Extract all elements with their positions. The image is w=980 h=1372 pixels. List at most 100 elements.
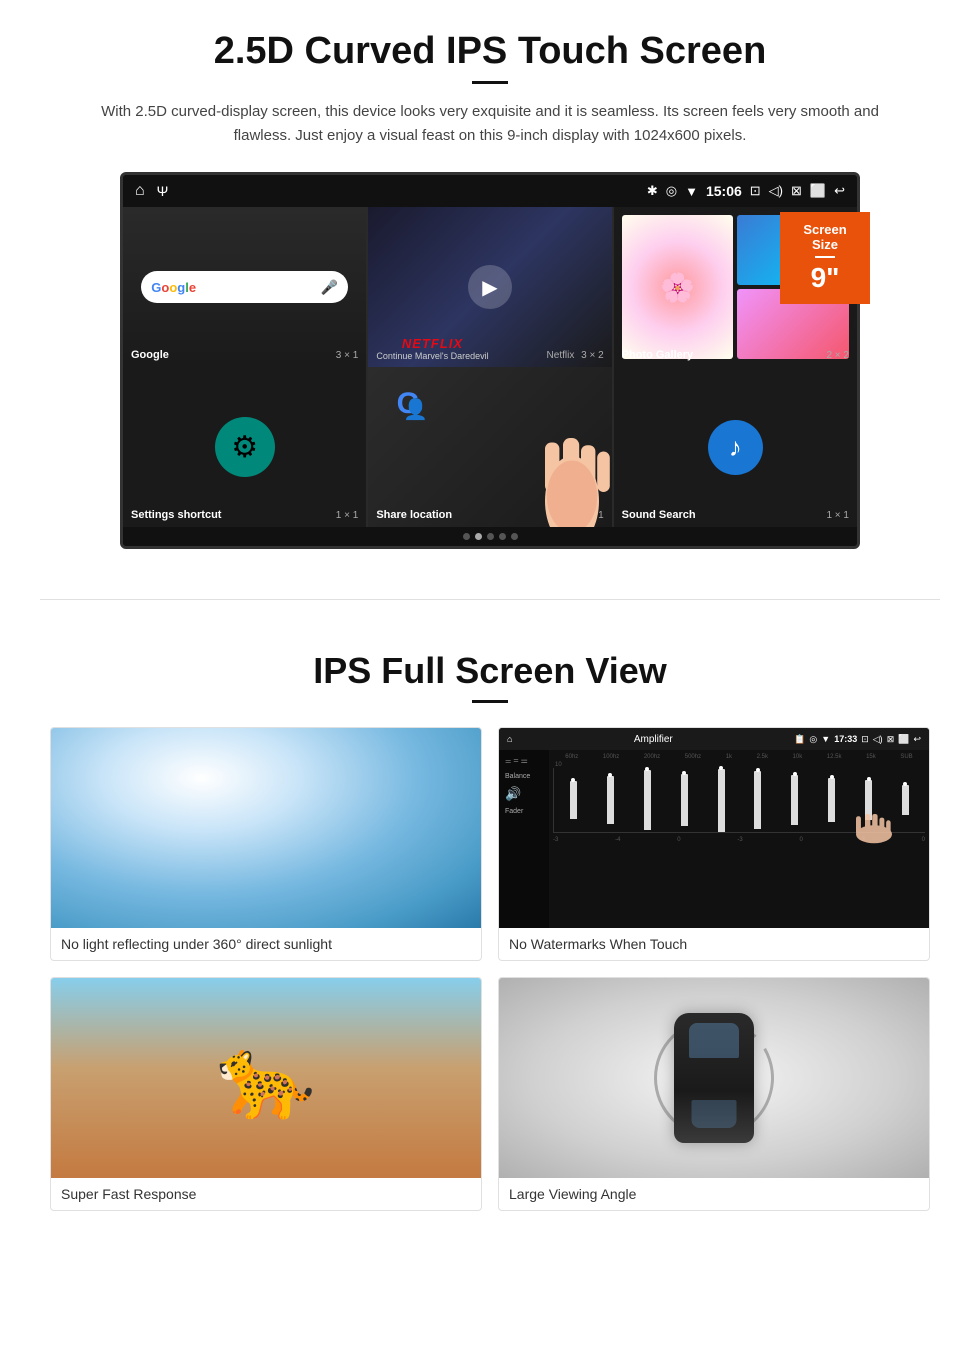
netflix-name: Netflix: [547, 350, 575, 361]
cheetah-image: 🐆: [51, 978, 481, 1178]
sunlight-image: [51, 728, 481, 928]
badge-title: Screen Size: [794, 222, 856, 252]
eq-bar-2: [607, 776, 614, 824]
section1-divider: [472, 81, 508, 84]
amp-icons: 📋 ◎ ▼ 17:33 ⊡ ◁) ⊠ ⬜ ↩: [794, 734, 921, 745]
settings-label: Settings shortcut: [131, 509, 221, 521]
screen-size-badge: Screen Size 9": [780, 212, 870, 304]
photo-label: Photo Gallery: [622, 349, 694, 361]
amplifier-caption: No Watermarks When Touch: [499, 928, 929, 960]
bluetooth-icon: ✱: [647, 183, 658, 199]
eq-bar-5: [718, 769, 725, 832]
photo-thumb-flower: 🌸: [622, 215, 734, 359]
section-separator: [40, 599, 940, 600]
status-left-icons: ⌂ Ψ: [135, 182, 168, 200]
amp-sidebar: ⚌⚌⚌ Balance 🔊 Fader: [499, 750, 549, 928]
amp-status-bar: ⌂ Amplifier 📋 ◎ ▼ 17:33 ⊡ ◁) ⊠ ⬜ ↩: [499, 728, 929, 750]
cheetah-icon: 🐆: [216, 1031, 316, 1125]
mic-icon: 🎤: [321, 279, 338, 296]
back-icon: ↩: [834, 183, 845, 199]
netflix-size: 3 × 2: [581, 350, 604, 361]
settings-widget[interactable]: ⚙ Settings shortcut 1 × 1: [123, 367, 366, 527]
settings-gear-icon: ⚙: [215, 417, 275, 477]
amp-title: Amplifier: [634, 734, 673, 745]
google-size: 3 × 1: [336, 350, 359, 361]
sound-note-icon: ♪: [708, 420, 763, 475]
image-grid: No light reflecting under 360° direct su…: [50, 727, 930, 1211]
dot-2: [475, 533, 482, 540]
google-label: Google: [131, 349, 169, 361]
section-curved-ips: 2.5D Curved IPS Touch Screen With 2.5D c…: [0, 0, 980, 569]
car-window-rear: [692, 1100, 737, 1128]
card-car: Large Viewing Angle: [498, 977, 930, 1211]
sound-label: Sound Search: [622, 509, 696, 521]
share-person-icon: 👤: [403, 397, 428, 422]
status-right-icons: ✱ ◎ ▼ 15:06 ⊡ ◁) ⊠ ⬜ ↩: [647, 183, 845, 199]
google-search-bar[interactable]: Google 🎤: [141, 271, 348, 303]
amplifier-screen: ⌂ Amplifier 📋 ◎ ▼ 17:33 ⊡ ◁) ⊠ ⬜ ↩: [499, 728, 929, 928]
card-sunlight: No light reflecting under 360° direct su…: [50, 727, 482, 961]
page-indicator: [123, 527, 857, 546]
home-icon: ⌂: [135, 182, 145, 200]
car-image: [499, 978, 929, 1178]
share-label: Share location: [376, 509, 452, 521]
amp-speaker-icon: 🔊: [505, 786, 543, 802]
dot-3: [487, 533, 494, 540]
amp-sliders-icon: ⚌⚌⚌: [505, 756, 543, 765]
time-display: 15:06: [706, 183, 742, 199]
car-caption: Large Viewing Angle: [499, 1178, 929, 1210]
eq-bar-4: [681, 774, 688, 826]
eq-bar-1: [570, 781, 577, 819]
netflix-label: Netflix 3 × 2: [547, 350, 604, 361]
dot-5: [511, 533, 518, 540]
netflix-logo: NETFLIX: [376, 336, 488, 351]
home-grid-row2: ⚙ Settings shortcut 1 × 1 G 👤: [123, 367, 857, 527]
badge-size: 9": [794, 262, 856, 294]
eq-bar-6: [754, 771, 761, 829]
share-location-widget[interactable]: G 👤 Share location 1 × 1: [368, 367, 611, 527]
volume-icon: ◁): [769, 183, 783, 199]
wifi-icon: ▼: [685, 184, 698, 199]
close-icon: ⊠: [791, 183, 802, 199]
amp-fader-label: Fader: [505, 808, 543, 815]
window-icon: ⬜: [810, 183, 826, 199]
section1-description: With 2.5D curved-display screen, this de…: [100, 100, 880, 148]
car-windshield: [689, 1023, 739, 1058]
settings-size: 1 × 1: [336, 510, 359, 521]
eq-bar-3: [644, 770, 651, 830]
section2-title: IPS Full Screen View: [50, 650, 930, 692]
netflix-play-button[interactable]: ▶: [468, 265, 512, 309]
amp-equalizer: 60hz100hz200hz500hz1k2.5k10k12.5k15kSUB …: [549, 750, 929, 928]
google-logo: Google: [151, 280, 196, 295]
section-ips-view: IPS Full Screen View No light reflecting…: [0, 630, 980, 1241]
sound-size: 1 × 1: [826, 510, 849, 521]
dot-1: [463, 533, 470, 540]
netflix-info: NETFLIX Continue Marvel's Daredevil: [376, 336, 488, 361]
hand-illustration: [512, 367, 612, 527]
section2-divider: [472, 700, 508, 703]
usb-icon: Ψ: [157, 183, 169, 199]
sound-search-widget[interactable]: ♪ Sound Search 1 × 1: [614, 367, 857, 527]
section1-title: 2.5D Curved IPS Touch Screen: [60, 30, 920, 73]
home-grid-row1: Google 🎤 Google 3 × 1 ▶ NETFLIX Continue…: [123, 207, 857, 367]
amp-content: ⚌⚌⚌ Balance 🔊 Fader 60hz100hz200hz500hz1…: [499, 750, 929, 928]
netflix-subtitle: Continue Marvel's Daredevil: [376, 351, 488, 361]
status-bar: ⌂ Ψ ✱ ◎ ▼ 15:06 ⊡ ◁) ⊠ ⬜ ↩: [123, 175, 857, 207]
amp-balance-label: Balance: [505, 773, 543, 780]
eq-bar-7: [791, 775, 798, 825]
badge-divider: [815, 256, 835, 258]
netflix-widget[interactable]: ▶ NETFLIX Continue Marvel's Daredevil Ne…: [368, 207, 611, 367]
sunlight-caption: No light reflecting under 360° direct su…: [51, 928, 481, 960]
card-cheetah: 🐆 Super Fast Response: [50, 977, 482, 1211]
eq-frequency-labels: 60hz100hz200hz500hz1k2.5k10k12.5k15kSUB: [553, 754, 925, 760]
card-amplifier: ⌂ Amplifier 📋 ◎ ▼ 17:33 ⊡ ◁) ⊠ ⬜ ↩: [498, 727, 930, 961]
car-body: [674, 1013, 754, 1143]
amp-hand-illustration: [829, 788, 919, 858]
cheetah-caption: Super Fast Response: [51, 1178, 481, 1210]
android-screen: ⌂ Ψ ✱ ◎ ▼ 15:06 ⊡ ◁) ⊠ ⬜ ↩: [120, 172, 860, 549]
photo-size: 2 × 2: [826, 350, 849, 361]
dot-4: [499, 533, 506, 540]
screen-wrapper: Screen Size 9" ⌂ Ψ ✱ ◎ ▼ 15:06 ⊡ ◁) ⊠: [120, 172, 860, 549]
google-widget[interactable]: Google 🎤 Google 3 × 1: [123, 207, 366, 367]
camera-icon: ⊡: [750, 183, 761, 199]
